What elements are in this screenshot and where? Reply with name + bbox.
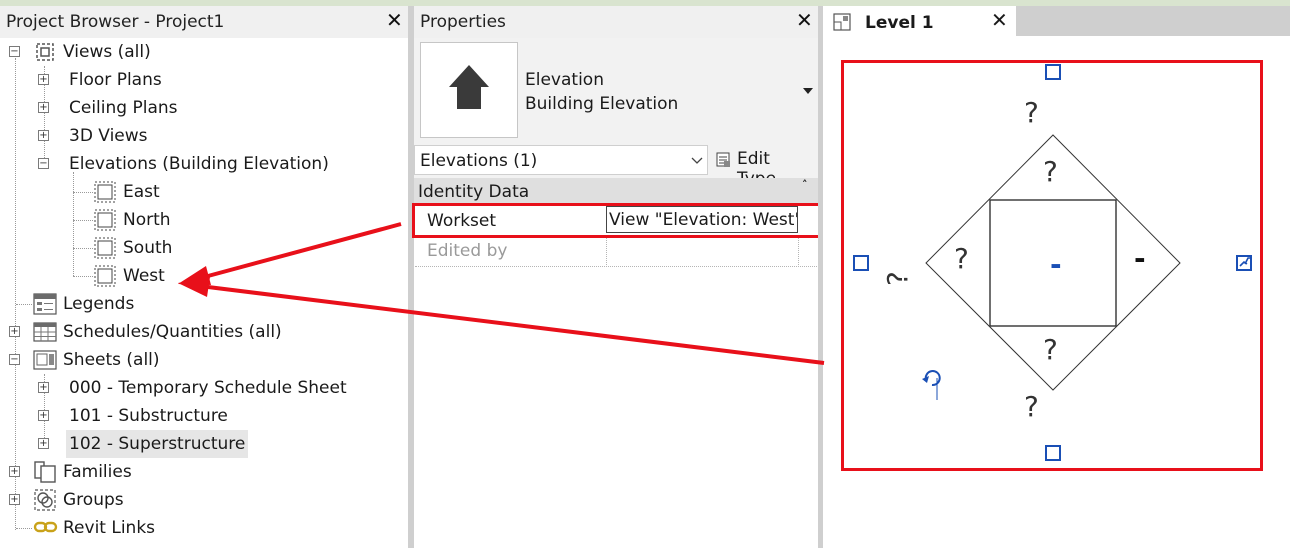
annotation-arrows	[178, 222, 825, 365]
arrow-line	[207, 285, 825, 365]
arrow-line	[207, 222, 402, 278]
arrowhead	[178, 277, 210, 297]
